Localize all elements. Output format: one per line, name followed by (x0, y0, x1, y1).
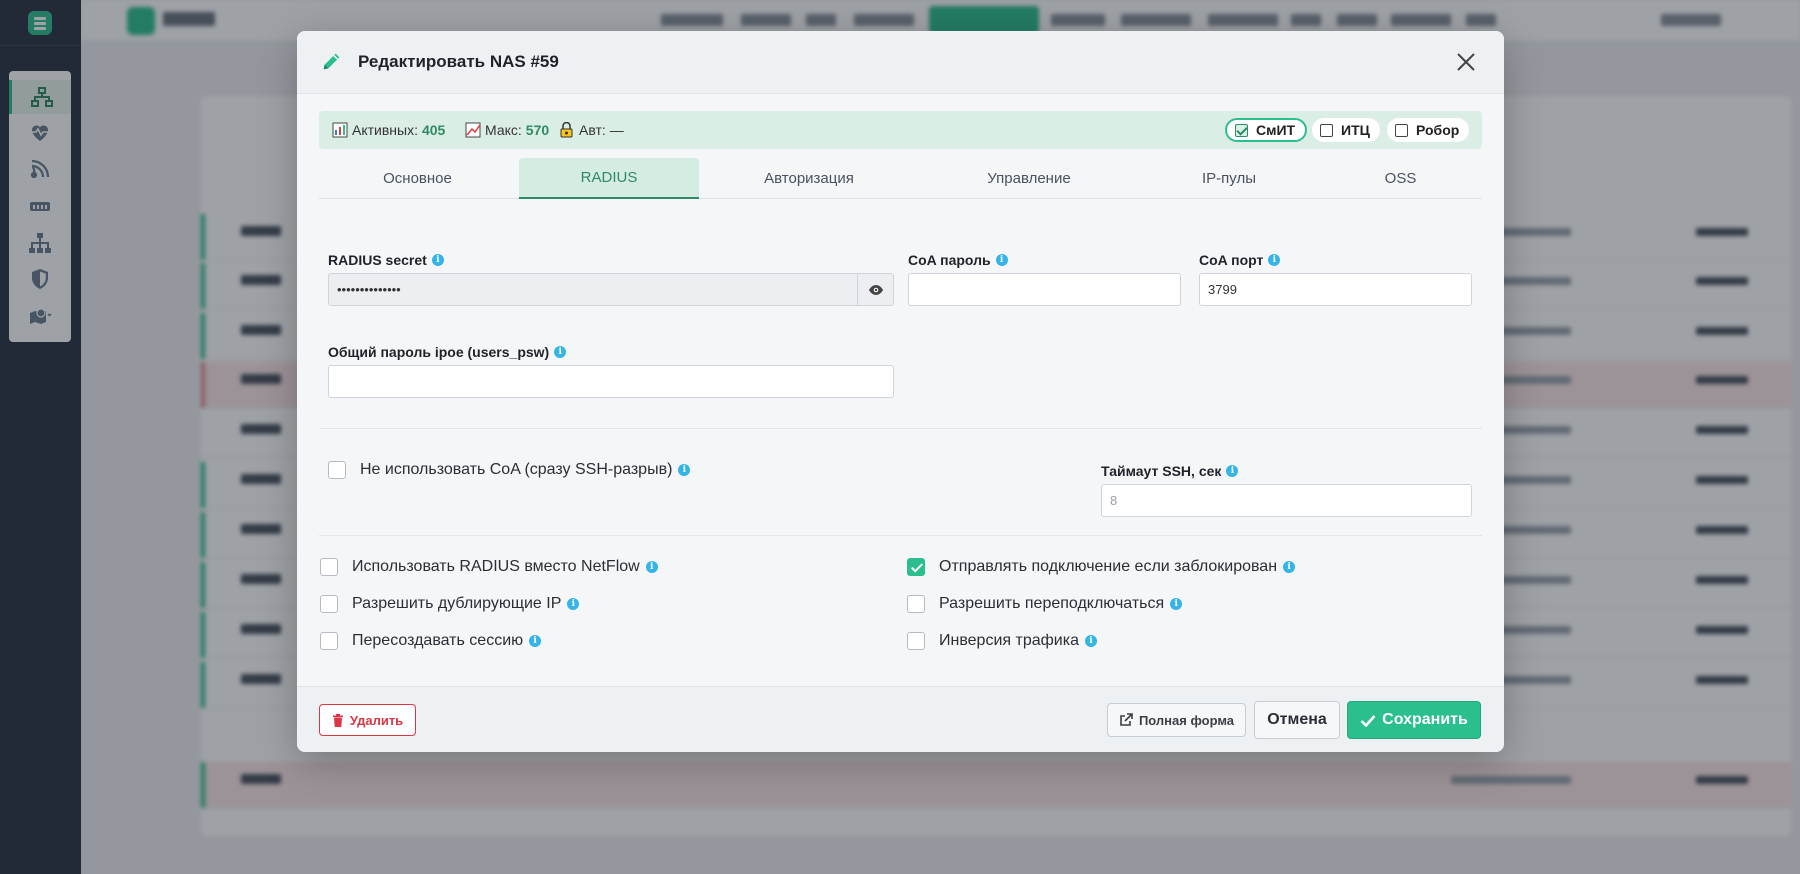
external-link-icon (1120, 713, 1133, 726)
allow-reconnect-checkbox-row[interactable]: Разрешить переподключаться i (907, 595, 1183, 613)
provider-toggle-smit[interactable]: СмИТ (1225, 118, 1308, 142)
tab-ip-pools[interactable]: IP-пулы (1139, 158, 1319, 199)
label-text: Таймаут SSH, сек (1101, 463, 1222, 479)
coa-port-input[interactable]: 3799 (1199, 273, 1472, 306)
checkbox-label: Использовать RADIUS вместо NetFlow (352, 558, 640, 575)
recreate-session-checkbox-row[interactable]: Пересоздавать сессию i (320, 632, 542, 650)
tab-authorization[interactable]: Авторизация (699, 158, 919, 199)
info-icon[interactable]: i (567, 598, 580, 610)
traffic-inversion-checkbox-row[interactable]: Инверсия трафика i (907, 632, 1097, 650)
active-value: 405 (421, 122, 446, 138)
ipoe-password-input[interactable] (328, 365, 894, 398)
tab-management[interactable]: Управление (919, 158, 1139, 199)
modal-tabs: Основное RADIUS Авторизация Управление I… (319, 158, 1482, 199)
save-label: Сохранить (1382, 711, 1468, 728)
ipoe-password-label: Общий пароль ipoe (users_psw) i (328, 344, 567, 360)
checkbox-label: Разрешить переподключаться (939, 595, 1165, 612)
lock-key-icon (560, 122, 573, 138)
delete-label: Удалить (349, 712, 404, 728)
checkbox[interactable] (1395, 123, 1408, 137)
modal-footer: Удалить Полная форма Отмена Сохранить (297, 686, 1504, 752)
checkbox-label: Инверсия трафика (939, 632, 1079, 649)
label-text: CoA пароль (908, 252, 991, 268)
checkbox-checked[interactable] (1235, 123, 1248, 137)
label-text: Общий пароль ipoe (users_psw) (328, 344, 550, 360)
info-icon[interactable]: i (678, 464, 691, 476)
active-stat: Активных: 405 (332, 122, 445, 138)
modal-title: Редактировать NAS #59 (358, 52, 559, 71)
modal-header: Редактировать NAS #59 (297, 31, 1504, 94)
radius-secret-input[interactable]: •••••••••••••• (328, 273, 858, 306)
pencil-icon (323, 53, 340, 70)
recreate-session-checkbox[interactable] (320, 632, 338, 650)
radius-netflow-checkbox[interactable] (320, 558, 338, 576)
info-icon[interactable]: i (1226, 465, 1239, 477)
label-text: RADIUS secret (328, 252, 427, 268)
info-icon[interactable]: i (529, 635, 542, 647)
auth-label: Авт: (579, 122, 606, 138)
tab-radius[interactable]: RADIUS (519, 158, 699, 199)
ssh-timeout-label: Таймаут SSH, сек i (1101, 463, 1239, 479)
provider-toggle-itc[interactable]: ИТЦ (1312, 118, 1380, 142)
info-icon[interactable]: i (1283, 561, 1296, 573)
show-password-button[interactable] (858, 273, 894, 306)
provider-toggle-robor[interactable]: Робор (1387, 118, 1470, 142)
send-if-blocked-checkbox[interactable] (907, 558, 925, 576)
no-coa-checkbox-row[interactable]: Не использовать CoA (сразу SSH-разрыв) i (328, 461, 691, 479)
coa-port-label: CoA порт i (1199, 252, 1281, 268)
no-coa-checkbox[interactable] (328, 461, 346, 479)
coa-password-label: CoA пароль i (908, 252, 1008, 268)
traffic-inversion-checkbox[interactable] (907, 632, 925, 650)
info-icon[interactable]: i (431, 254, 444, 266)
trash-icon (332, 713, 343, 727)
dup-ip-checkbox[interactable] (320, 595, 338, 613)
info-icon[interactable]: i (645, 561, 658, 573)
line-chart-icon (465, 122, 481, 138)
bar-chart-icon (332, 122, 348, 138)
send-if-blocked-checkbox-row[interactable]: Отправлять подключение если заблокирован… (907, 558, 1296, 576)
section-divider (319, 428, 1482, 429)
full-form-button[interactable]: Полная форма (1107, 703, 1246, 737)
edit-nas-modal: Редактировать NAS #59 Активных: 405 Макс… (297, 31, 1504, 752)
tab-oss[interactable]: OSS (1319, 158, 1482, 199)
close-icon[interactable] (1454, 50, 1478, 74)
label-text: CoA порт (1199, 252, 1264, 268)
info-icon[interactable]: i (1268, 254, 1281, 266)
tab-main[interactable]: Основное (319, 158, 516, 199)
info-icon[interactable]: i (1084, 635, 1097, 647)
auth-stat: Авт: — (559, 122, 624, 138)
allow-reconnect-checkbox[interactable] (907, 595, 925, 613)
eye-icon (868, 284, 883, 295)
info-icon[interactable]: i (554, 346, 567, 358)
checkbox-label: Отправлять подключение если заблокирован (939, 558, 1278, 575)
provider-label: Робор (1416, 122, 1460, 138)
radius-netflow-checkbox-row[interactable]: Использовать RADIUS вместо NetFlow i (320, 558, 658, 576)
checkbox[interactable] (1320, 123, 1333, 137)
provider-label: СмИТ (1256, 122, 1296, 138)
max-value: 570 (525, 122, 550, 138)
checkbox-label: Не использовать CoA (сразу SSH-разрыв) (360, 461, 673, 478)
coa-password-input[interactable] (908, 273, 1181, 306)
max-label: Макс: (485, 122, 522, 138)
section-divider (319, 535, 1482, 536)
checkbox-label: Пересоздавать сессию (352, 632, 524, 649)
save-button[interactable]: Сохранить (1347, 701, 1481, 739)
checkbox-label: Разрешить дублирующие IP (352, 595, 562, 612)
delete-button[interactable]: Удалить (319, 704, 416, 736)
radius-secret-label: RADIUS secret i (328, 252, 444, 268)
info-icon[interactable]: i (1170, 598, 1183, 610)
provider-label: ИТЦ (1341, 122, 1370, 138)
ssh-timeout-input[interactable]: 8 (1101, 484, 1472, 517)
dup-ip-checkbox-row[interactable]: Разрешить дублирующие IP i (320, 595, 580, 613)
active-label: Активных: (352, 122, 418, 138)
auth-value: — (609, 122, 624, 138)
stats-bar: Активных: 405 Макс: 570 Авт: — СмИТ ИТЦ … (319, 111, 1482, 149)
cancel-button[interactable]: Отмена (1254, 701, 1340, 739)
info-icon[interactable]: i (995, 254, 1008, 266)
check-icon (1360, 714, 1376, 727)
max-stat: Макс: 570 (465, 122, 549, 138)
full-form-label: Полная форма (1138, 712, 1235, 728)
